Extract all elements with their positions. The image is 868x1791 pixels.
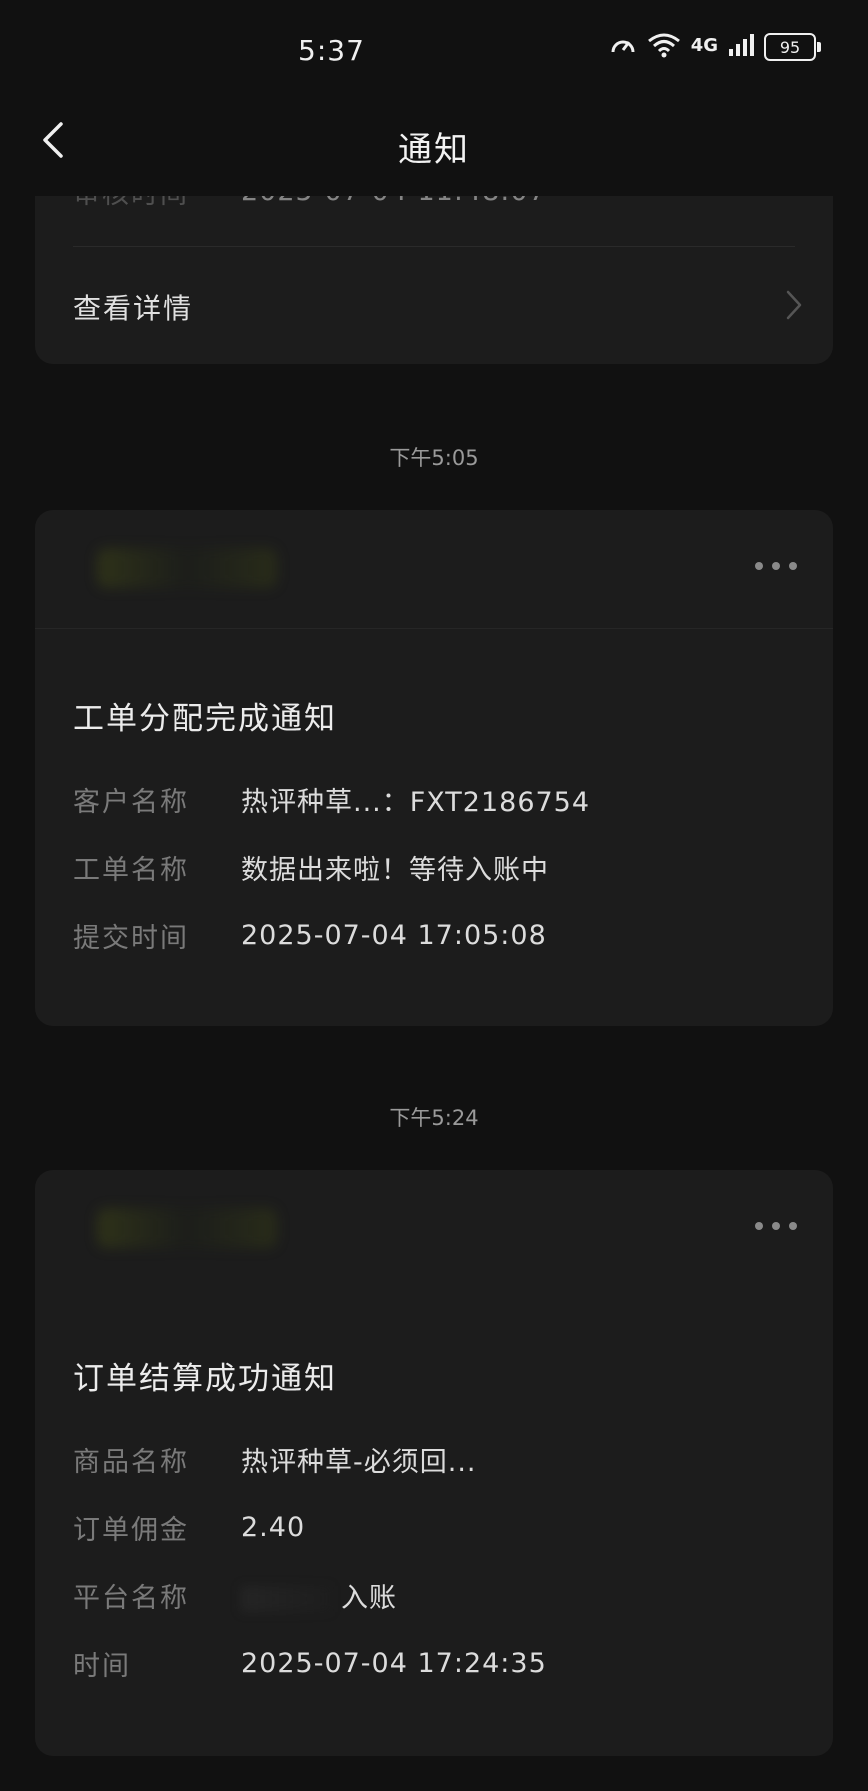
sender-logo <box>97 1208 277 1248</box>
view-detail-label: 查看详情 <box>73 292 194 325</box>
row-key: 提交时间 <box>73 922 189 954</box>
detail-row: 提交时间 2025-07-04 17:05:08 <box>73 915 803 955</box>
status-time: 5:37 <box>298 34 365 67</box>
detail-row: 订单佣金 2.40 <box>73 1507 803 1547</box>
notification-list[interactable]: 审核时间 2025-07-04 11:48:07 查看详情 下午5:05 工单分… <box>0 196 868 1791</box>
detail-row: 平台名称 入账 <box>73 1575 803 1615</box>
row-key: 审核时间 <box>73 196 241 211</box>
card-header <box>35 1170 833 1288</box>
timestamp-separator: 下午5:05 <box>389 446 479 470</box>
detail-row: 工单名称 数据出来啦！等待入账中 <box>73 847 803 887</box>
row-value: 入账 <box>341 1582 397 1614</box>
divider <box>73 246 795 247</box>
page-title: 通知 <box>398 130 470 170</box>
card-header <box>35 510 833 629</box>
notification-card-workorder: 工单分配完成通知 客户名称 热评种草...：FXT2186754 工单名称 数据… <box>35 510 833 1026</box>
view-detail-button[interactable]: 查看详情 <box>35 269 833 343</box>
row-key: 工单名称 <box>73 854 189 886</box>
row-value-wrap: 入账 <box>241 1576 397 1615</box>
row-key: 时间 <box>73 1650 131 1682</box>
card-title: 订单结算成功通知 <box>73 1361 337 1397</box>
row-key: 订单佣金 <box>73 1514 189 1546</box>
detail-row: 客户名称 热评种草...：FXT2186754 <box>73 779 803 819</box>
row-value: 数据出来啦！等待入账中 <box>241 854 549 886</box>
network-type: 4G <box>690 34 718 56</box>
speedometer-icon <box>609 32 637 62</box>
nav-bar: 通知 <box>0 100 868 196</box>
detail-row: 时间 2025-07-04 17:24:35 <box>73 1643 803 1683</box>
row-value: 热评种草...：FXT2186754 <box>241 786 591 818</box>
row-key: 平台名称 <box>73 1582 189 1614</box>
status-bar: 5:37 4G 95 <box>0 0 868 100</box>
more-options-button[interactable] <box>755 556 797 576</box>
row-value: 2025-07-04 11:48:07 <box>241 196 547 207</box>
detail-row: 商品名称 热评种草-必须回... <box>73 1439 803 1479</box>
sender-logo <box>97 548 277 588</box>
redacted-text <box>241 1586 331 1612</box>
row-key: 商品名称 <box>73 1446 189 1478</box>
signal-icon <box>728 33 754 61</box>
card-title: 工单分配完成通知 <box>73 701 337 737</box>
row-value: 2025-07-04 17:05:08 <box>241 919 547 951</box>
wifi-icon <box>647 32 681 62</box>
status-icons: 4G 95 <box>609 32 821 62</box>
notification-card-settlement: 订单结算成功通知 商品名称 热评种草-必须回... 订单佣金 2.40 平台名称… <box>35 1170 833 1756</box>
battery-icon: 95 <box>764 33 821 61</box>
chevron-right-icon <box>785 289 803 325</box>
row-value: 2025-07-04 17:24:35 <box>241 1647 547 1679</box>
row-value: 2.40 <box>241 1511 306 1543</box>
notification-card-review: 审核时间 2025-07-04 11:48:07 查看详情 <box>35 196 833 364</box>
more-options-button[interactable] <box>755 1216 797 1236</box>
timestamp-separator: 下午5:24 <box>389 1106 479 1130</box>
detail-row: 审核时间 2025-07-04 11:48:07 <box>73 196 803 211</box>
battery-level: 95 <box>779 37 801 57</box>
row-key: 客户名称 <box>73 786 189 818</box>
row-value: 热评种草-必须回... <box>241 1446 477 1478</box>
